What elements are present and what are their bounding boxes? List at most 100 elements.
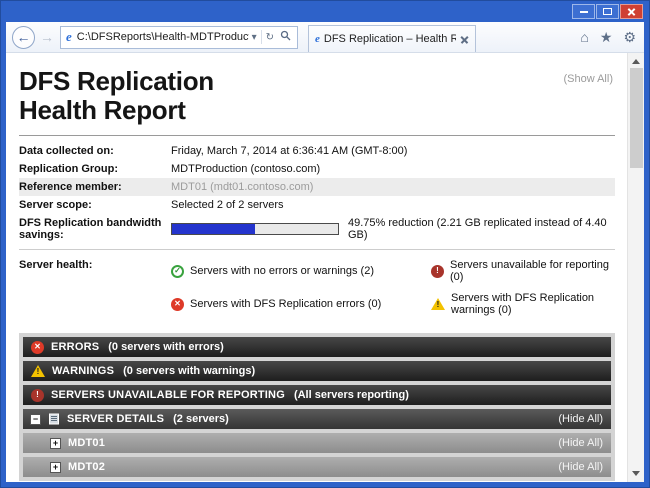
field-row-bandwidth: DFS Replication bandwidth savings: 49.75… bbox=[19, 214, 615, 244]
health-text: Servers unavailable for reporting (0) bbox=[450, 259, 615, 283]
warning-exclaim-glyph: ! bbox=[431, 300, 445, 309]
report-header: DFS Replication Health Report (Show All) bbox=[19, 65, 615, 125]
field-label: DFS Replication bandwidth savings: bbox=[19, 217, 171, 241]
bandwidth-text: 49.75% reduction (2.21 GB replicated ins… bbox=[348, 217, 615, 241]
unavailable-exclaim-icon: ! bbox=[431, 265, 444, 278]
favorites-star-icon[interactable]: ★ bbox=[600, 30, 613, 44]
browser-toolbar-icons: ⌂ ★ ⚙ bbox=[580, 30, 636, 44]
section-detail: (2 servers) bbox=[173, 413, 229, 425]
warning-triangle-icon: ! bbox=[31, 365, 45, 377]
titlebar[interactable] bbox=[6, 1, 644, 22]
field-label: Replication Group: bbox=[19, 163, 171, 175]
hide-all-link[interactable]: (Hide All) bbox=[558, 437, 603, 449]
back-arrow-icon: ← bbox=[17, 29, 31, 45]
health-item-errors: ✕ Servers with DFS Replication errors (0… bbox=[171, 292, 423, 316]
search-icon[interactable] bbox=[277, 30, 294, 44]
field-row-replication-group: Replication Group: MDTProduction (contos… bbox=[19, 160, 615, 178]
minimize-button[interactable] bbox=[572, 4, 595, 19]
header-divider bbox=[19, 135, 615, 136]
address-text: C:\DFSReports\Health-MDTProduction-07M bbox=[77, 31, 249, 43]
maximize-icon bbox=[603, 8, 612, 15]
warnings-section-row[interactable]: ! WARNINGS (0 servers with warnings) bbox=[23, 361, 611, 381]
health-item-warnings: ! Servers with DFS Replication warnings … bbox=[431, 292, 615, 316]
warning-exclaim-glyph: ! bbox=[31, 367, 45, 376]
error-x-icon: ✕ bbox=[31, 341, 44, 354]
server-name: MDT01 bbox=[68, 437, 105, 449]
bandwidth-divider bbox=[19, 249, 615, 250]
forward-button[interactable]: → bbox=[37, 29, 57, 45]
report-sections: ✕ ERRORS (0 servers with errors) ! WARNI… bbox=[19, 333, 615, 481]
maximize-button[interactable] bbox=[596, 4, 619, 19]
home-icon[interactable]: ⌂ bbox=[580, 30, 588, 44]
collapse-icon[interactable]: − bbox=[30, 414, 41, 425]
health-text: Servers with DFS Replication warnings (0… bbox=[451, 292, 615, 316]
page-content: DFS Replication Health Report (Show All)… bbox=[6, 53, 644, 482]
unavailable-exclaim-icon: ! bbox=[31, 389, 44, 402]
section-detail: (All servers reporting) bbox=[294, 389, 409, 401]
address-dropdown-icon[interactable]: ▾ bbox=[249, 32, 260, 43]
scrollbar-thumb[interactable] bbox=[630, 68, 643, 168]
field-value: MDT01 (mdt01.contoso.com) bbox=[171, 181, 313, 193]
section-label: SERVER DETAILS bbox=[67, 413, 164, 425]
field-label: Server scope: bbox=[19, 199, 171, 211]
server-icon bbox=[48, 413, 60, 425]
field-row-data-collected: Data collected on: Friday, March 7, 2014… bbox=[19, 142, 615, 160]
field-value: Selected 2 of 2 servers bbox=[171, 199, 284, 211]
refresh-icon[interactable]: ↻ bbox=[263, 32, 277, 43]
field-label: Data collected on: bbox=[19, 145, 171, 157]
field-row-server-scope: Server scope: Selected 2 of 2 servers bbox=[19, 196, 615, 214]
server-row-mdt01[interactable]: + MDT01 (Hide All) bbox=[23, 433, 611, 453]
bandwidth-progress-fill bbox=[172, 224, 255, 234]
field-label: Server health: bbox=[19, 259, 171, 271]
check-circle-icon: ✓ bbox=[171, 265, 184, 278]
server-health-grid: ✓ Servers with no errors or warnings (2)… bbox=[171, 259, 615, 316]
errors-section-row[interactable]: ✕ ERRORS (0 servers with errors) bbox=[23, 337, 611, 357]
scroll-up-arrow-icon[interactable] bbox=[632, 59, 640, 64]
caption-buttons bbox=[572, 4, 643, 19]
health-text: Servers with DFS Replication errors (0) bbox=[190, 298, 381, 310]
field-row-server-health: Server health: ✓ Servers with no errors … bbox=[19, 254, 615, 319]
warning-triangle-icon: ! bbox=[431, 298, 445, 310]
browser-window: ← → e C:\DFSReports\Health-MDTProduction… bbox=[0, 0, 650, 488]
field-value: Friday, March 7, 2014 at 6:36:41 AM (GMT… bbox=[171, 145, 407, 157]
forward-arrow-icon: → bbox=[40, 29, 54, 45]
section-label: SERVERS UNAVAILABLE FOR REPORTING bbox=[51, 389, 285, 401]
page-title: DFS Replication Health Report bbox=[19, 67, 615, 125]
ie-logo-icon: e bbox=[66, 29, 72, 45]
back-button[interactable]: ← bbox=[12, 26, 35, 49]
minimize-icon bbox=[580, 11, 588, 13]
expand-icon[interactable]: + bbox=[50, 462, 61, 473]
vertical-scrollbar[interactable] bbox=[627, 53, 644, 482]
section-detail: (0 servers with warnings) bbox=[123, 365, 255, 377]
report-page: DFS Replication Health Report (Show All)… bbox=[6, 53, 627, 482]
field-label: Reference member: bbox=[19, 181, 171, 193]
health-text: Servers with no errors or warnings (2) bbox=[190, 265, 374, 277]
close-icon bbox=[627, 7, 636, 16]
bandwidth-progress-bar bbox=[171, 223, 339, 235]
section-detail: (0 servers with errors) bbox=[108, 341, 224, 353]
browser-tab[interactable]: e DFS Replication – Health Re... bbox=[308, 25, 476, 52]
close-button[interactable] bbox=[620, 4, 643, 19]
health-item-unavailable: ! Servers unavailable for reporting (0) bbox=[431, 259, 615, 283]
server-details-section-row[interactable]: − SERVER DETAILS (2 servers) (Hide All) bbox=[23, 409, 611, 429]
address-bar[interactable]: e C:\DFSReports\Health-MDTProduction-07M… bbox=[60, 26, 298, 49]
section-label: ERRORS bbox=[51, 341, 99, 353]
server-name: MDT02 bbox=[68, 461, 105, 473]
error-x-icon: ✕ bbox=[171, 298, 184, 311]
address-divider bbox=[261, 30, 262, 44]
server-row-mdt02[interactable]: + MDT02 (Hide All) bbox=[23, 457, 611, 477]
expand-icon[interactable]: + bbox=[50, 438, 61, 449]
unavailable-section-row[interactable]: ! SERVERS UNAVAILABLE FOR REPORTING (All… bbox=[23, 385, 611, 405]
field-row-reference-member: Reference member: MDT01 (mdt01.contoso.c… bbox=[19, 178, 615, 196]
hide-all-link[interactable]: (Hide All) bbox=[558, 413, 603, 425]
settings-gear-icon[interactable]: ⚙ bbox=[623, 30, 636, 44]
scroll-down-arrow-icon[interactable] bbox=[632, 471, 640, 476]
hide-all-link[interactable]: (Hide All) bbox=[558, 461, 603, 473]
field-value: MDTProduction (contoso.com) bbox=[171, 163, 320, 175]
tab-close-icon[interactable] bbox=[460, 35, 469, 44]
navigation-bar: ← → e C:\DFSReports\Health-MDTProduction… bbox=[6, 22, 644, 53]
tab-title: DFS Replication – Health Re... bbox=[324, 33, 456, 45]
health-item-no-errors: ✓ Servers with no errors or warnings (2) bbox=[171, 259, 423, 283]
section-label: WARNINGS bbox=[52, 365, 114, 377]
show-all-link[interactable]: (Show All) bbox=[563, 73, 613, 85]
